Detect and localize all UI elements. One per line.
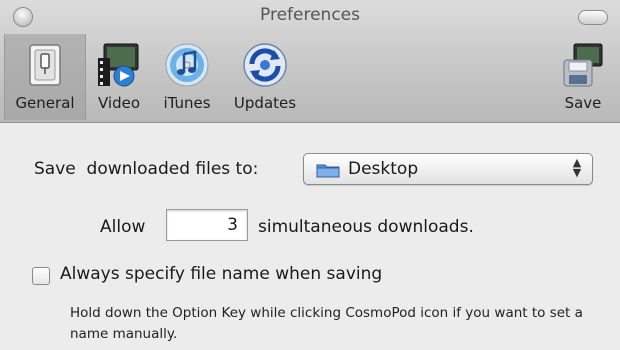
tab-updates-label: Updates xyxy=(233,94,297,112)
specify-file-name-label[interactable]: Always specify file name when saving xyxy=(60,264,382,284)
specify-file-name-checkbox[interactable] xyxy=(32,267,50,285)
window-chrome: Preferences General Video iTunes Updates… xyxy=(0,0,620,123)
itunes-icon xyxy=(165,43,209,87)
save-button-label: Save xyxy=(564,94,602,112)
option-key-hint: Hold down the Option Key while clicking … xyxy=(70,305,583,342)
tab-video-label: Video xyxy=(97,94,141,112)
updates-icon xyxy=(243,43,287,87)
tab-video[interactable]: Video xyxy=(88,34,150,120)
updown-arrows-icon: ▲ ▼ xyxy=(572,156,582,179)
destination-popup[interactable]: Desktop ▲ ▼ xyxy=(303,153,593,185)
tab-general-label: General xyxy=(15,94,75,112)
tab-itunes-label: iTunes xyxy=(163,94,211,112)
toolbar-toggle-button[interactable] xyxy=(578,10,608,25)
tab-updates[interactable]: Updates xyxy=(224,34,306,120)
general-pane: Save downloaded files to: Desktop ▲ ▼ All… xyxy=(0,123,620,350)
folder-icon xyxy=(316,164,340,178)
simultaneous-downloads-label: simultaneous downloads. xyxy=(258,217,474,237)
simultaneous-downloads-input[interactable] xyxy=(166,209,248,241)
save-to-label: Save downloaded files to: xyxy=(34,159,259,179)
tab-general[interactable]: General xyxy=(4,34,86,120)
video-icon xyxy=(98,43,139,87)
general-switch-icon xyxy=(29,44,61,86)
window-title: Preferences xyxy=(260,5,360,25)
preferences-window: Preferences General Video iTunes Updates… xyxy=(0,0,620,350)
allow-label: Allow xyxy=(100,217,146,237)
tab-itunes[interactable]: iTunes xyxy=(152,34,222,120)
save-button[interactable]: Save xyxy=(552,34,614,120)
save-icon xyxy=(563,43,603,87)
titlebar: Preferences xyxy=(0,0,620,36)
destination-value: Desktop xyxy=(348,159,419,179)
